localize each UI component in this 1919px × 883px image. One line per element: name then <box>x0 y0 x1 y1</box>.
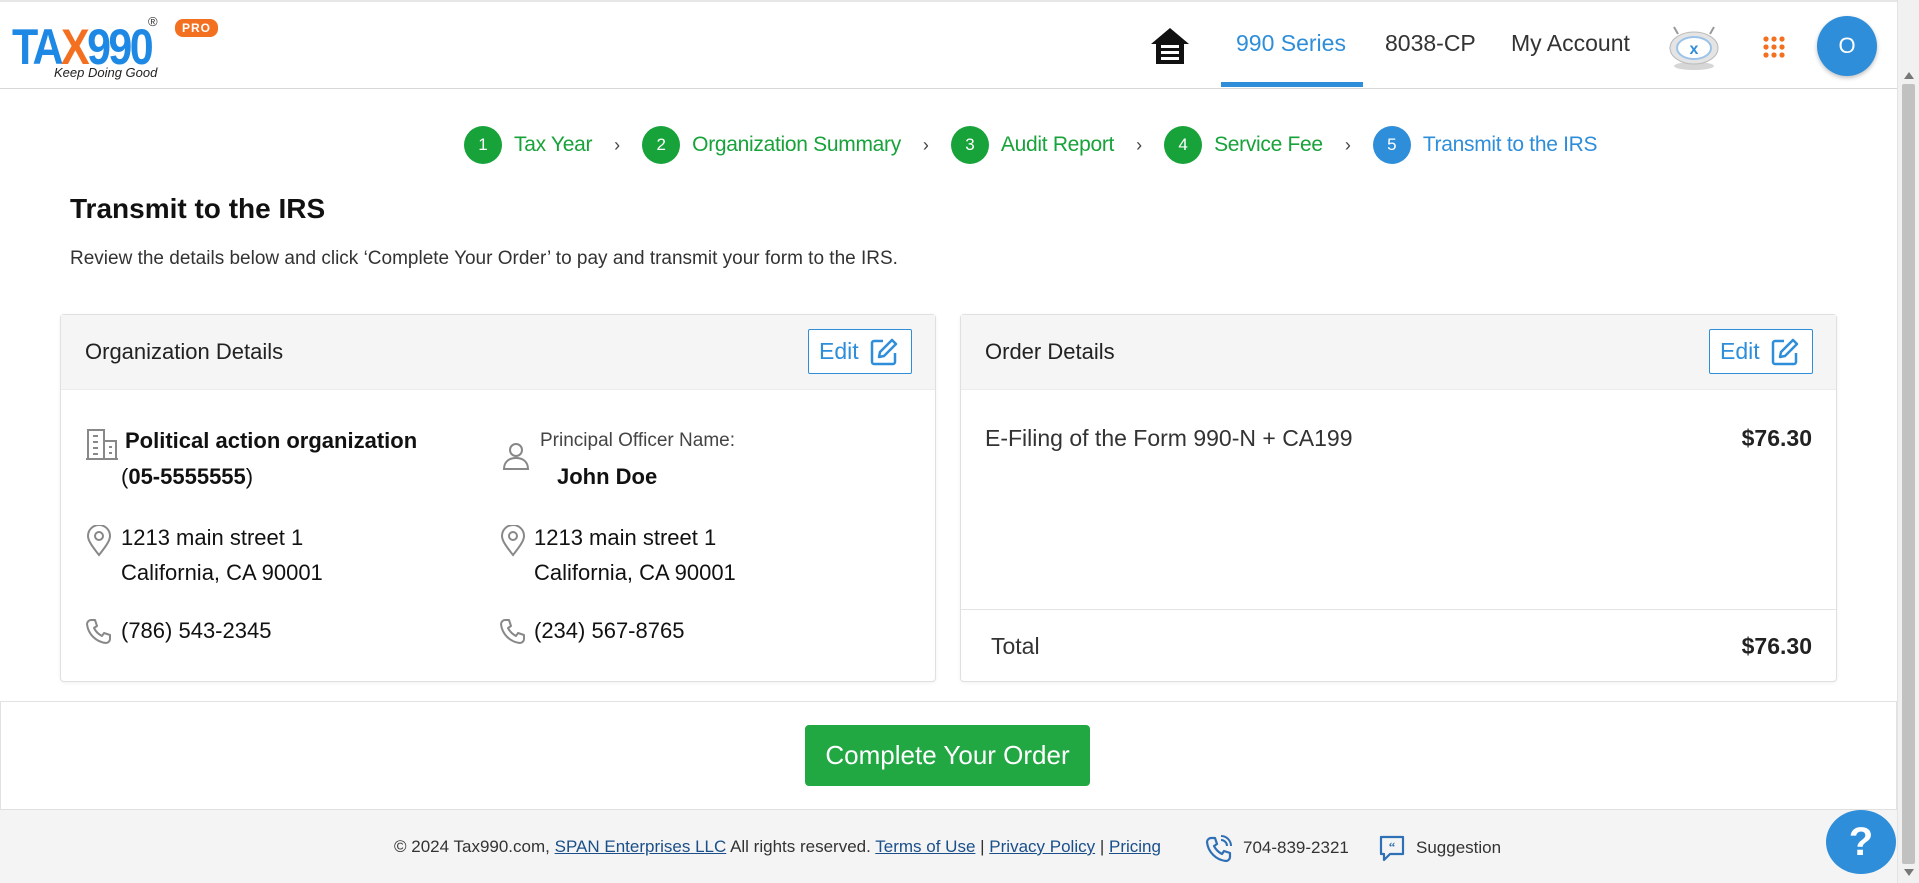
footer-separator: | <box>980 837 985 856</box>
chevron-right-icon: › <box>1136 134 1143 155</box>
order-details-card: Order Details Edit E-Filing of the Form … <box>960 314 1837 682</box>
organization-name: Political action organization <box>125 428 418 453</box>
phone-ringing-icon <box>1205 835 1232 862</box>
divider <box>961 609 1836 610</box>
step-label: Audit Report <box>1000 133 1115 156</box>
officer-address-line1: 1213 main street 1 <box>534 525 717 550</box>
terms-of-use-link[interactable]: Terms of Use <box>875 837 975 856</box>
step-number: 5 <box>1372 126 1411 164</box>
phone-icon <box>86 619 111 644</box>
nav-my-account[interactable]: My Account <box>1511 30 1630 57</box>
step-number: 1 <box>464 126 502 164</box>
scroll-down-arrow[interactable] <box>1904 869 1914 876</box>
order-item-amount: $76.30 <box>1741 425 1812 451</box>
pricing-link[interactable]: Pricing <box>1109 837 1161 856</box>
total-label: Total <box>991 633 1040 659</box>
organization-phone: (786) 543-2345 <box>121 618 272 643</box>
edit-label: Edit <box>819 338 859 364</box>
location-pin-icon <box>86 525 112 557</box>
footer-phone-number: 704-839-2321 <box>1243 838 1349 857</box>
footer-phone[interactable]: 704-839-2321 <box>1205 834 1349 862</box>
step-number: 2 <box>642 126 681 164</box>
building-icon <box>86 429 118 460</box>
edit-organization-button[interactable]: Edit <box>808 329 912 374</box>
privacy-policy-link[interactable]: Privacy Policy <box>989 837 1095 856</box>
top-header: TAX990 ® PRO Keep Doing Good 990 Series … <box>0 0 1897 89</box>
copyright-text: © 2024 Tax990.com, <box>394 837 550 856</box>
organization-address-line1: 1213 main street 1 <box>121 525 304 550</box>
help-button[interactable]: ? <box>1826 810 1896 874</box>
organization-address-line2: California, CA 90001 <box>121 560 323 585</box>
principal-officer-label: Principal Officer Name: <box>540 430 735 451</box>
step-organization-summary[interactable]: 2 Organization Summary <box>642 126 901 164</box>
scroll-thumb[interactable] <box>1902 84 1915 864</box>
apps-grid-icon[interactable] <box>1762 35 1786 59</box>
logo-tagline: Keep Doing Good <box>54 65 158 80</box>
step-label: Service Fee <box>1214 133 1323 156</box>
edit-icon <box>870 338 897 365</box>
nav-990-series[interactable]: 990 Series <box>1236 30 1346 57</box>
step-service-fee[interactable]: 4 Service Fee <box>1164 126 1323 164</box>
step-label: Organization Summary <box>692 133 901 156</box>
ein-close-paren: ) <box>245 464 254 489</box>
person-icon <box>502 443 530 470</box>
chevron-right-icon: › <box>1344 134 1351 155</box>
progress-stepper: 1 Tax Year › 2 Organization Summary › 3 … <box>464 126 1598 164</box>
suggestion-icon: “ <box>1379 835 1405 862</box>
svg-text:“: “ <box>1389 839 1396 854</box>
svg-text:x: x <box>1690 41 1699 58</box>
edit-order-button[interactable]: Edit <box>1709 329 1813 374</box>
phone-icon <box>500 619 525 644</box>
rights-text: All rights reserved. <box>730 837 871 856</box>
organization-ein-line: (05-5555555) <box>121 459 253 494</box>
location-pin-icon <box>500 525 526 557</box>
step-tax-year[interactable]: 1 Tax Year <box>464 126 592 164</box>
card-header: Order Details Edit <box>961 315 1836 390</box>
step-number: 4 <box>1164 126 1203 164</box>
step-label: Tax Year <box>514 133 593 156</box>
footer-copyright-line: © 2024 Tax990.com, SPAN Enterprises LLC … <box>394 837 1161 857</box>
footer-separator: | <box>1099 837 1105 856</box>
logo-registered-mark: ® <box>148 14 158 29</box>
footer: © 2024 Tax990.com, SPAN Enterprises LLC … <box>0 809 1897 883</box>
total-amount: $76.30 <box>1741 633 1812 659</box>
footer-suggestion[interactable]: “ Suggestion <box>1378 834 1501 862</box>
home-icon[interactable] <box>1148 24 1192 68</box>
card-title: Order Details <box>985 339 1115 364</box>
organization-details-card: Organization Details Edit Political acti… <box>60 314 936 682</box>
officer-address-line2: California, CA 90001 <box>534 560 736 585</box>
vertical-scrollbar[interactable] <box>1897 0 1919 883</box>
step-label: Transmit to the IRS <box>1422 133 1598 156</box>
officer-phone: (234) 567-8765 <box>534 618 685 643</box>
complete-order-button[interactable]: Complete Your Order <box>805 725 1090 786</box>
pro-badge: PRO <box>175 19 219 37</box>
card-header: Organization Details Edit <box>61 315 935 390</box>
scroll-up-arrow[interactable] <box>1904 72 1914 79</box>
page-title: Transmit to the IRS <box>70 193 326 224</box>
nav-active-indicator <box>1221 82 1363 87</box>
step-transmit-to-irs[interactable]: 5 Transmit to the IRS <box>1372 126 1598 164</box>
order-item-label: E-Filing of the Form 990-N + CA199 <box>985 425 1353 451</box>
step-audit-report[interactable]: 3 Audit Report <box>950 126 1115 164</box>
edit-label: Edit <box>1720 338 1760 364</box>
tax990-logo[interactable]: TAX990 ® PRO Keep Doing Good <box>12 10 219 82</box>
chevron-right-icon: › <box>614 134 621 155</box>
span-enterprises-link[interactable]: SPAN Enterprises LLC <box>555 837 727 856</box>
nav-8038-cp[interactable]: 8038-CP <box>1385 30 1476 57</box>
edit-icon <box>1771 338 1798 365</box>
step-number: 3 <box>950 126 989 164</box>
taxbot-icon[interactable]: x <box>1666 24 1722 72</box>
suggestion-label: Suggestion <box>1416 838 1502 857</box>
chevron-right-icon: › <box>922 134 929 155</box>
user-avatar[interactable]: O <box>1817 16 1877 76</box>
card-title: Organization Details <box>85 339 284 364</box>
principal-officer-name: John Doe <box>557 464 658 489</box>
organization-ein: 05-5555555 <box>128 464 246 489</box>
page-description: Review the details below and click ‘Comp… <box>70 248 898 269</box>
